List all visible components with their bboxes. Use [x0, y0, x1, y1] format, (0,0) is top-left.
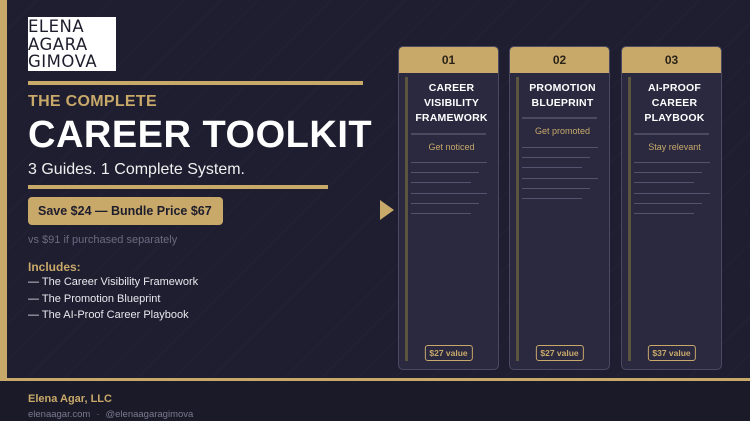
- card-line: [634, 193, 710, 194]
- card-tagline: Stay relevant: [648, 142, 701, 152]
- card-value-badge: $37 value: [647, 345, 696, 361]
- contact-line: elenaagar.com · @elenaagaragimova: [28, 409, 193, 420]
- list-item: — The Promotion Blueprint: [28, 292, 161, 305]
- card-line: [522, 188, 590, 189]
- accent-side-bar: [0, 0, 7, 381]
- page-title: CAREER TOOLKIT: [28, 114, 373, 156]
- includes-list: — The Career Visibility Framework — The …: [28, 274, 198, 324]
- card-line: [411, 162, 487, 163]
- separator: ·: [96, 409, 100, 420]
- social-handle-link[interactable]: @elenaagaragimova: [106, 409, 194, 420]
- footer: Elena Agar, LLC elenaagar.com · @elenaagar…: [0, 378, 750, 421]
- card-line: [522, 157, 590, 158]
- card-title-line: FRAMEWORK: [415, 112, 488, 124]
- page-subtitle: 3 Guides. 1 Complete System.: [28, 161, 245, 178]
- card-line: [522, 178, 598, 179]
- card-spine: [516, 77, 519, 361]
- card-title: PROMOTION BLUEPRINT: [522, 81, 603, 111]
- card-line: [634, 172, 702, 173]
- list-item: — The AI-Proof Career Playbook: [28, 309, 189, 321]
- website-link[interactable]: elenaagar.com: [28, 409, 90, 420]
- divider-top: [28, 81, 363, 85]
- card-title-line: AI-PROOF: [648, 82, 701, 94]
- card-line: [634, 213, 694, 214]
- card-divider: [522, 117, 597, 119]
- card-line: [634, 162, 710, 163]
- list-item: — The Career Visibility Framework: [28, 276, 199, 288]
- card-title-line: PROMOTION: [529, 82, 596, 94]
- card-title: AI-PROOF CAREER PLAYBOOK: [634, 81, 715, 126]
- compare-price-note: vs $91 if purchased separately: [28, 234, 178, 246]
- card-divider: [634, 133, 709, 135]
- brand-logo: ELENA AGARA GIMOVA: [28, 17, 116, 71]
- card-tagline: Get noticed: [428, 142, 475, 152]
- card-line: [411, 203, 479, 204]
- card-title-line: CAREER: [651, 97, 698, 109]
- bundle-price-button[interactable]: Save $24 — Bundle Price $67: [28, 197, 223, 225]
- includes-heading: Includes:: [28, 260, 81, 274]
- guide-card-2[interactable]: 02 PROMOTION BLUEPRINT Get promoted $27 …: [509, 46, 610, 370]
- card-tagline: Get promoted: [534, 126, 591, 136]
- logo-line-3: GIMOVA: [28, 53, 98, 71]
- hero-eyebrow: THE COMPLETE: [28, 93, 157, 110]
- play-arrow-icon: [380, 200, 394, 220]
- company-name: Elena Agar, LLC: [28, 393, 112, 405]
- card-line: [522, 147, 598, 148]
- card-line: [522, 167, 582, 168]
- card-title: CAREER VISIBILITY FRAMEWORK: [411, 81, 492, 126]
- card-value-badge: $27 value: [424, 345, 473, 361]
- card-number: 03: [622, 47, 721, 73]
- card-spine: [628, 77, 631, 361]
- guide-card-1[interactable]: 01 CAREER VISIBILITY FRAMEWORK Get notic…: [398, 46, 499, 370]
- card-line: [634, 182, 694, 183]
- card-number: 01: [399, 47, 498, 73]
- card-value-badge: $27 value: [535, 345, 584, 361]
- logo-line-1: ELENA: [28, 18, 85, 36]
- card-spine: [405, 77, 408, 361]
- card-line: [411, 172, 479, 173]
- card-line: [411, 182, 471, 183]
- guide-card-3[interactable]: 03 AI-PROOF CAREER PLAYBOOK Stay relevan…: [621, 46, 722, 370]
- divider-mid: [28, 185, 328, 189]
- card-title-line: VISIBILITY: [423, 97, 480, 109]
- card-title-line: PLAYBOOK: [644, 112, 705, 124]
- card-line: [411, 193, 487, 194]
- card-line: [411, 213, 471, 214]
- card-divider: [411, 133, 486, 135]
- card-line: [634, 203, 702, 204]
- card-title-line: CAREER: [428, 82, 475, 94]
- card-line: [522, 198, 582, 199]
- card-number: 02: [510, 47, 609, 73]
- logo-line-2: AGARA: [28, 35, 88, 53]
- card-title-line: BLUEPRINT: [531, 97, 594, 109]
